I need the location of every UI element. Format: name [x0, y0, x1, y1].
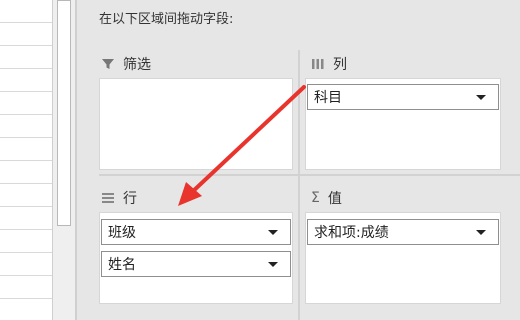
field-label: 求和项:成绩 [314, 225, 389, 241]
values-field-item[interactable]: 求和项:成绩 [307, 219, 499, 245]
columns-icon [311, 57, 325, 71]
drag-instruction: 在以下区域间拖动字段: [99, 12, 234, 27]
vertical-scrollbar[interactable] [52, 0, 76, 320]
area-divider-vertical [298, 50, 300, 320]
rows-field-item[interactable]: 班级 [101, 219, 291, 245]
pivot-field-areas-panel: 在以下区域间拖动字段: 筛选 列 科目 行 班级 姓名 Σ 值 求和项:成绩 [76, 0, 520, 320]
worksheet-strip [0, 0, 52, 320]
filters-area-title: 筛选 [123, 57, 151, 73]
field-label: 科目 [314, 90, 342, 106]
area-divider-horizontal [99, 174, 520, 176]
rows-area-title: 行 [123, 191, 137, 207]
rows-icon [101, 191, 115, 205]
field-label: 姓名 [108, 257, 136, 273]
chevron-down-icon[interactable] [476, 230, 486, 235]
values-area-header: Σ 值 [311, 186, 342, 210]
scrollbar-thumb[interactable] [57, 0, 71, 226]
filters-area-header: 筛选 [101, 52, 151, 76]
columns-field-item[interactable]: 科目 [307, 84, 499, 110]
sigma-icon: Σ [311, 190, 320, 206]
chevron-down-icon[interactable] [268, 230, 278, 235]
values-area-title: 值 [327, 191, 342, 207]
chevron-down-icon[interactable] [268, 262, 278, 267]
rows-field-item[interactable]: 姓名 [101, 251, 291, 277]
filter-icon [101, 57, 115, 71]
field-label: 班级 [108, 225, 136, 241]
rows-area-header: 行 [101, 186, 137, 210]
chevron-down-icon[interactable] [476, 95, 486, 100]
columns-area-title: 列 [333, 57, 347, 73]
filters-drop-zone[interactable] [99, 78, 293, 170]
columns-area-header: 列 [311, 52, 347, 76]
